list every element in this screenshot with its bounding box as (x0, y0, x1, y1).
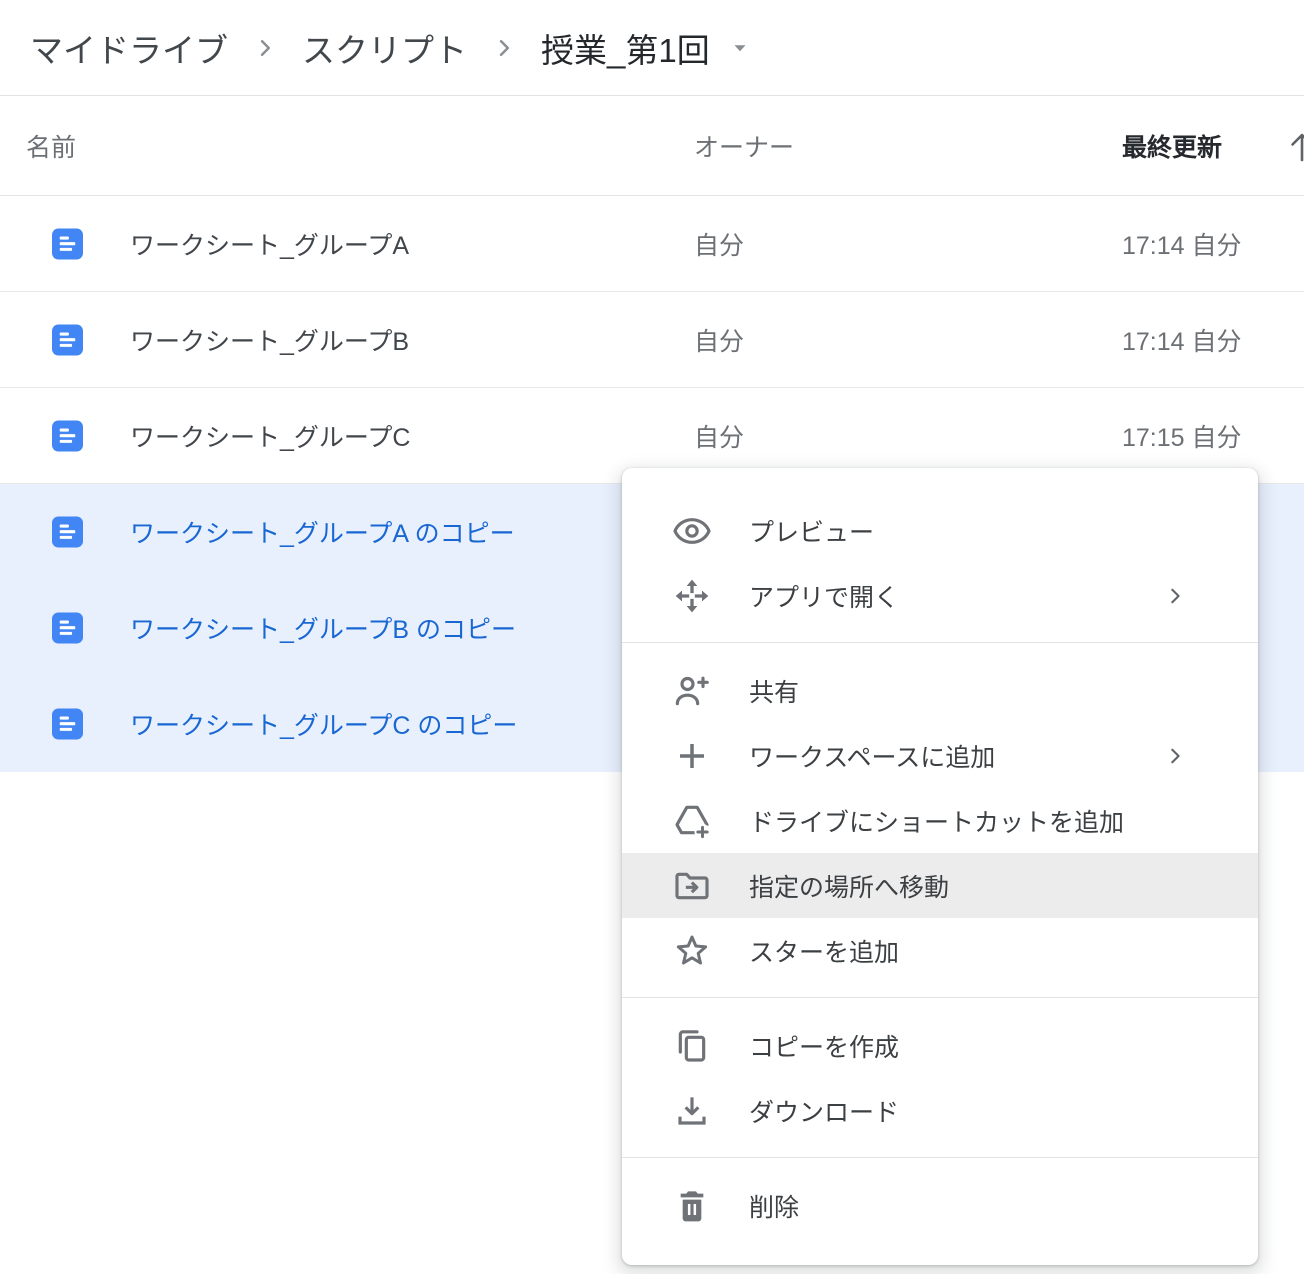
breadcrumb-item-scripts[interactable]: スクリプト (302, 24, 467, 72)
google-docs-icon (52, 613, 83, 644)
menu-item-label: ダウンロード (749, 1093, 1234, 1129)
copy-icon (672, 1026, 712, 1066)
file-name: ワークシート_グループB のコピー (130, 610, 516, 646)
column-header-owner[interactable]: オーナー (694, 128, 794, 164)
menu-item-share[interactable]: 共有 (622, 658, 1258, 723)
file-last-modified: 17:15 自分 (1122, 418, 1242, 454)
column-header-name[interactable]: 名前 (26, 128, 76, 164)
file-name: ワークシート_グループA のコピー (130, 514, 515, 550)
menu-item-label: ドライブにショートカットを追加 (749, 803, 1234, 839)
menu-item-open-with[interactable]: アプリで開く (622, 563, 1258, 628)
star-icon (672, 931, 712, 971)
menu-item-label: 共有 (749, 673, 1234, 709)
context-menu: プレビュー アプリで開く 共有 ワークスペースに追加 ドライブにショートカットを… (622, 468, 1258, 1265)
menu-item-add-star[interactable]: スターを追加 (622, 918, 1258, 983)
file-name: ワークシート_グループC のコピー (130, 706, 517, 742)
breadcrumb: マイドライブ スクリプト 授業_第1回 (0, 0, 1304, 96)
menu-item-label: プレビュー (749, 513, 1234, 549)
menu-divider (622, 997, 1258, 998)
eye-icon (672, 511, 712, 551)
file-row[interactable]: ワークシート_グループB 自分 17:14 自分 (0, 292, 1304, 388)
google-docs-icon (52, 228, 83, 259)
file-name: ワークシート_グループB (130, 322, 409, 358)
menu-item-preview[interactable]: プレビュー (622, 498, 1258, 563)
sort-ascending-arrow-icon[interactable] (1286, 126, 1304, 166)
menu-item-move-to[interactable]: 指定の場所へ移動 (622, 853, 1258, 918)
breadcrumb-item-current-folder[interactable]: 授業_第1回 (541, 24, 710, 72)
menu-item-label: 指定の場所へ移動 (749, 868, 1234, 904)
open-with-icon (672, 576, 712, 616)
google-docs-icon (52, 420, 83, 451)
trash-icon (672, 1186, 712, 1226)
drive-file-browser: { "breadcrumb": { "items": [ { "label": … (0, 0, 1304, 1274)
file-owner: 自分 (694, 418, 744, 454)
file-name: ワークシート_グループC (130, 418, 410, 454)
folder-move-icon (672, 866, 712, 906)
menu-divider (622, 1157, 1258, 1158)
menu-item-label: ワークスペースに追加 (749, 738, 1162, 774)
drive-shortcut-icon (672, 801, 712, 841)
menu-item-label: スターを追加 (749, 933, 1234, 969)
file-row[interactable]: ワークシート_グループA 自分 17:14 自分 (0, 196, 1304, 292)
menu-item-delete[interactable]: 削除 (622, 1173, 1258, 1238)
chevron-right-icon (252, 35, 278, 61)
google-docs-icon (52, 324, 83, 355)
google-docs-icon (52, 517, 83, 548)
plus-icon (672, 736, 712, 776)
submenu-chevron-icon (1162, 583, 1188, 609)
menu-item-label: アプリで開く (749, 578, 1162, 614)
file-owner: 自分 (694, 322, 744, 358)
column-header-last-modified[interactable]: 最終更新 (1122, 128, 1222, 164)
folder-dropdown-arrow-icon[interactable] (728, 36, 752, 60)
download-icon (672, 1091, 712, 1131)
person-add-icon (672, 671, 712, 711)
chevron-right-icon (491, 35, 517, 61)
breadcrumb-item-my-drive[interactable]: マイドライブ (30, 24, 228, 72)
file-name: ワークシート_グループA (130, 226, 409, 262)
google-docs-icon (52, 709, 83, 740)
menu-item-download[interactable]: ダウンロード (622, 1078, 1258, 1143)
menu-item-add-shortcut-to-drive[interactable]: ドライブにショートカットを追加 (622, 788, 1258, 853)
menu-item-add-to-workspace[interactable]: ワークスペースに追加 (622, 723, 1258, 788)
menu-item-label: コピーを作成 (749, 1028, 1234, 1064)
file-list-header: 名前 オーナー 最終更新 (0, 96, 1304, 196)
menu-item-label: 削除 (749, 1188, 1234, 1224)
menu-item-make-a-copy[interactable]: コピーを作成 (622, 1013, 1258, 1078)
file-last-modified: 17:14 自分 (1122, 322, 1242, 358)
file-owner: 自分 (694, 226, 744, 262)
submenu-chevron-icon (1162, 743, 1188, 769)
menu-divider (622, 642, 1258, 643)
file-last-modified: 17:14 自分 (1122, 226, 1242, 262)
